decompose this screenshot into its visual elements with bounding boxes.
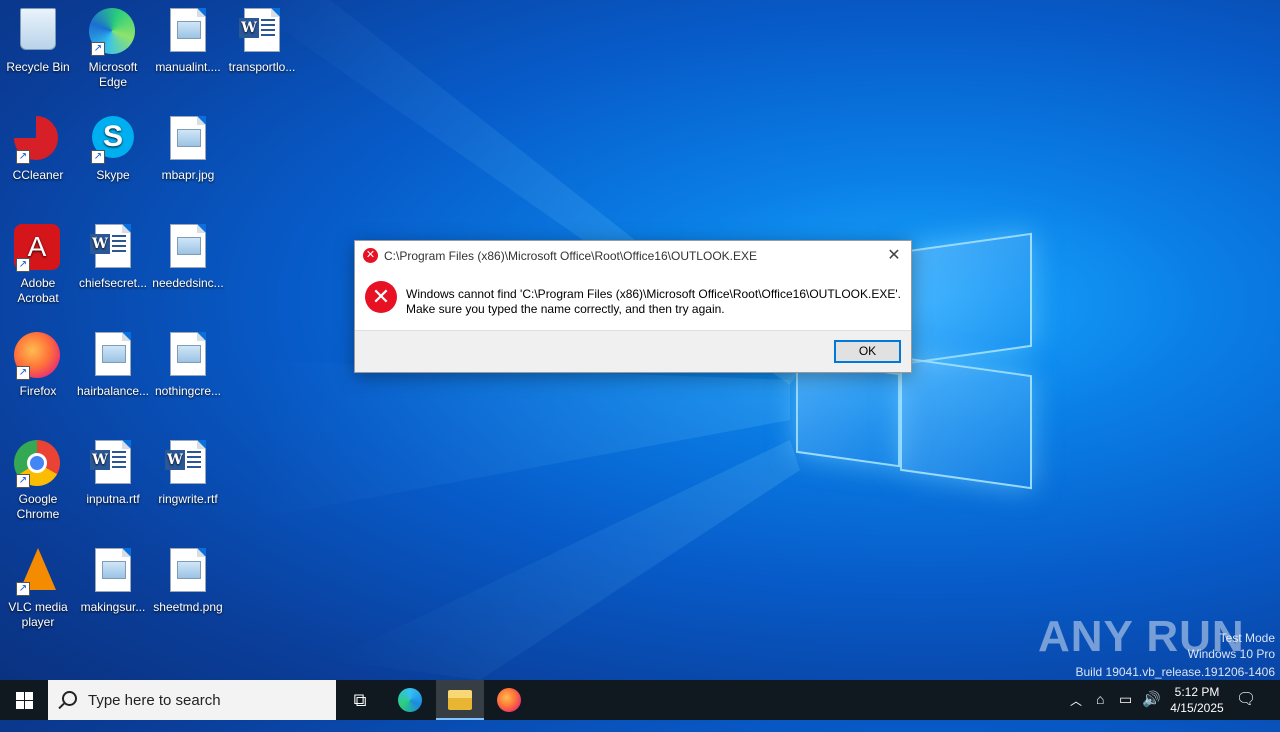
- search-placeholder: Type here to search: [88, 692, 221, 709]
- dialog-titlebar[interactable]: ✕ C:\Program Files (x86)\Microsoft Offic…: [355, 241, 911, 271]
- message-line-1: Windows cannot find 'C:\Program Files (x…: [406, 287, 901, 301]
- desktop-icon-edge[interactable]: ↗ Microsoft Edge: [75, 0, 151, 90]
- desktop-icon-label: Microsoft Edge: [88, 60, 138, 89]
- shortcut-arrow-icon: ↗: [16, 474, 30, 488]
- desktop-icon-word-file[interactable]: Wchiefsecret...: [75, 216, 151, 291]
- shortcut-arrow-icon: ↗: [91, 150, 105, 164]
- word-file-icon: W: [89, 440, 137, 488]
- image-file-icon: [164, 116, 212, 164]
- volume-icon[interactable]: 🔊: [1142, 690, 1161, 730]
- desktop-icon-vlc[interactable]: ↗ VLC media player: [0, 540, 76, 630]
- ok-button[interactable]: OK: [834, 340, 901, 363]
- edition-label: Windows 10 Pro: [1187, 647, 1275, 661]
- dialog-title: C:\Program Files (x86)\Microsoft Office\…: [384, 249, 758, 263]
- desktop-icon-label: mbapr.jpg: [161, 168, 215, 182]
- desktop-icon-label: neededsinc...: [152, 276, 224, 290]
- desktop-icon-image-file[interactable]: nothingcre...: [150, 324, 226, 399]
- desktop-icon-word-file[interactable]: Wringwrite.rtf: [150, 432, 226, 507]
- recycle-bin-icon: [14, 8, 62, 56]
- word-file-icon: W: [164, 440, 212, 488]
- desktop-icon-image-file[interactable]: mbapr.jpg: [150, 108, 226, 183]
- test-mode-label: Test Mode: [1219, 631, 1275, 645]
- vlc-icon: ↗: [14, 548, 62, 596]
- shortcut-arrow-icon: ↗: [91, 42, 105, 56]
- taskbar-firefox[interactable]: [485, 680, 533, 720]
- taskbar-file-explorer[interactable]: [436, 680, 484, 720]
- task-view-icon: ⧉: [353, 690, 367, 710]
- file-explorer-icon: [448, 690, 472, 710]
- word-file-icon: W: [89, 224, 137, 272]
- firefox-icon: ↗: [14, 332, 62, 380]
- clock-date: 4/15/2025: [1170, 701, 1224, 715]
- desktop-icon-label: nothingcre...: [154, 384, 222, 398]
- taskbar: Type here to search ⧉ ︿ ⌂ ▭ 🔊 5:12 PM 4/…: [0, 680, 1280, 720]
- chrome-icon: ↗: [14, 440, 62, 488]
- chevron-up-icon[interactable]: ︿: [1070, 692, 1086, 732]
- desktop-icon-image-file[interactable]: manualint....: [150, 0, 226, 75]
- network-icon[interactable]: ▭: [1119, 691, 1135, 731]
- skype-icon: S ↗: [89, 116, 137, 164]
- desktop-icon-label: transportlo...: [228, 60, 296, 74]
- ccleaner-icon: ↗: [14, 116, 62, 164]
- desktop-icon-label: VLC media player: [8, 600, 68, 629]
- desktop-icon-label: sheetmd.png: [153, 600, 223, 614]
- error-dialog[interactable]: ✕ C:\Program Files (x86)\Microsoft Offic…: [354, 240, 912, 373]
- word-file-icon: W: [238, 8, 286, 56]
- desktop-icon-label: makingsur...: [80, 600, 146, 614]
- desktop-icon-label: chiefsecret...: [78, 276, 148, 290]
- image-file-icon: [164, 224, 212, 272]
- shortcut-arrow-icon: ↗: [16, 258, 30, 272]
- desktop-icon-ccleaner[interactable]: ↗ CCleaner: [0, 108, 76, 183]
- desktop-icon-skype[interactable]: S ↗ Skype: [75, 108, 151, 183]
- search-box[interactable]: Type here to search: [48, 680, 336, 720]
- desktop-icon-firefox[interactable]: ↗ Firefox: [0, 324, 76, 399]
- image-file-icon: [164, 332, 212, 380]
- desktop-icon-label: Adobe Acrobat: [17, 276, 59, 305]
- clock[interactable]: 5:12 PM 4/15/2025: [1162, 684, 1232, 716]
- image-file-icon: [89, 332, 137, 380]
- shortcut-arrow-icon: ↗: [16, 366, 30, 380]
- desktop-icon-recycle-bin[interactable]: Recycle Bin: [0, 0, 76, 75]
- desktop-icon-label: ringwrite.rtf: [158, 492, 218, 506]
- desktop-icon-image-file[interactable]: neededsinc...: [150, 216, 226, 291]
- desktop-icon-label: Recycle Bin: [6, 60, 70, 74]
- desktop-icon-label: CCleaner: [12, 168, 64, 182]
- desktop-icon-word-file[interactable]: Winputna.rtf: [75, 432, 151, 507]
- search-icon: [62, 691, 77, 706]
- image-file-icon: [89, 548, 137, 596]
- desktop-icon-label: Skype: [96, 168, 130, 182]
- desktop-icon-label: Google Chrome: [16, 492, 60, 521]
- desktop-icon-image-file[interactable]: sheetmd.png: [150, 540, 226, 615]
- meet-now-icon[interactable]: ⌂: [1096, 691, 1112, 731]
- shortcut-arrow-icon: ↗: [16, 150, 30, 164]
- clock-time: 5:12 PM: [1174, 685, 1220, 699]
- desktop-icon-label: manualint....: [155, 60, 221, 74]
- firefox-icon: [497, 688, 521, 712]
- build-label: Build 19041.vb_release.191206-1406: [1075, 665, 1276, 679]
- start-button[interactable]: [0, 680, 48, 720]
- dialog-message: Windows cannot find 'C:\Program Files (x…: [406, 287, 901, 317]
- task-view-button[interactable]: ⧉: [336, 680, 384, 720]
- close-button[interactable]: ✕: [883, 245, 905, 267]
- desktop-icon-chrome[interactable]: ↗ Google Chrome: [0, 432, 76, 522]
- desktop-icon-label: hairbalance...: [76, 384, 150, 398]
- desktop-icon-word-file[interactable]: Wtransportlo...: [224, 0, 300, 75]
- desktop-icon-image-file[interactable]: hairbalance...: [75, 324, 151, 399]
- dialog-footer: OK: [355, 330, 911, 372]
- acrobat-icon: A ↗: [14, 224, 62, 272]
- edge-icon: ↗: [89, 8, 137, 56]
- image-file-icon: [164, 8, 212, 56]
- shortcut-arrow-icon: ↗: [16, 582, 30, 596]
- taskbar-edge[interactable]: [386, 680, 434, 720]
- error-small-icon: ✕: [363, 248, 378, 263]
- notification-icon[interactable]: 🗨: [1236, 689, 1256, 709]
- desktop-icon-label: inputna.rtf: [86, 492, 140, 506]
- desktop-icon-image-file[interactable]: makingsur...: [75, 540, 151, 615]
- error-icon: ✕: [365, 281, 397, 313]
- message-line-2: Make sure you typed the name correctly, …: [406, 302, 725, 316]
- edge-icon: [398, 688, 422, 712]
- desktop-icon-label: Firefox: [19, 384, 57, 398]
- desktop-icon-acrobat[interactable]: A ↗ Adobe Acrobat: [0, 216, 76, 306]
- image-file-icon: [164, 548, 212, 596]
